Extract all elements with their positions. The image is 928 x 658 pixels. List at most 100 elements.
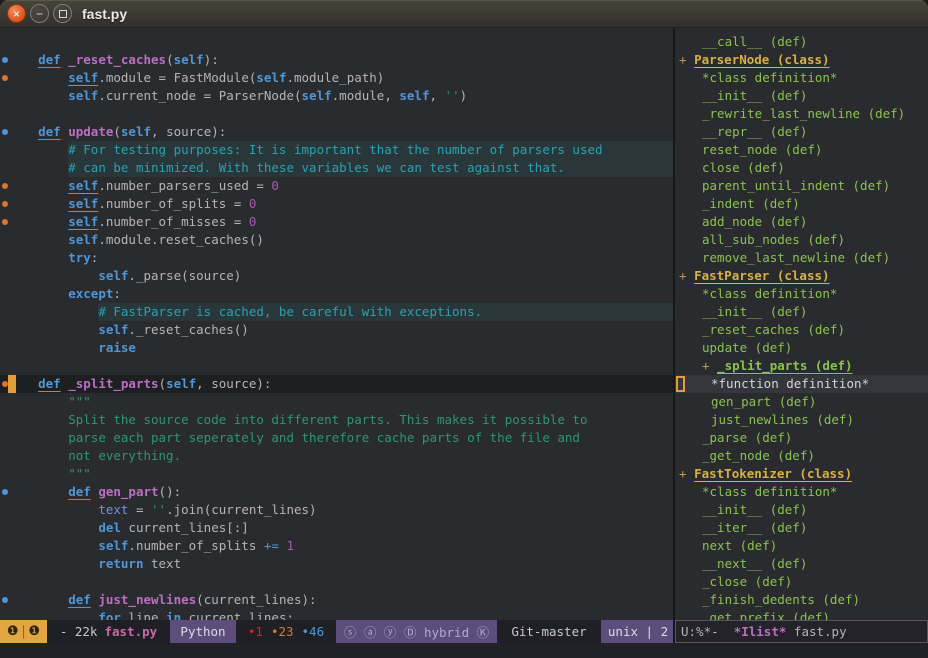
- outline-item[interactable]: _get_node (def): [675, 447, 928, 465]
- outline-item-label: _reset_caches (def): [702, 322, 845, 337]
- code-line[interactable]: except:: [0, 285, 673, 303]
- expand-plus-icon[interactable]: +: [702, 358, 717, 373]
- window-number: ❶: [7, 624, 19, 639]
- modeline-right[interactable]: U:%*- *Ilist* fast.py: [675, 620, 928, 643]
- outline-item[interactable]: gen_part (def): [675, 393, 928, 411]
- outline-item[interactable]: next (def): [675, 537, 928, 555]
- code-line[interactable]: for line in current_lines:: [0, 609, 673, 620]
- outline-item[interactable]: close (def): [675, 159, 928, 177]
- code-line[interactable]: """: [0, 465, 673, 483]
- code-token: update: [68, 124, 113, 139]
- flycheck-counts-segment[interactable]: •1 •23 •46: [236, 620, 336, 643]
- major-mode-segment[interactable]: Python: [170, 620, 236, 643]
- outline-item[interactable]: update (def): [675, 339, 928, 357]
- minimize-button[interactable]: −: [30, 4, 49, 23]
- code-line[interactable]: def update(self, source):: [0, 123, 673, 141]
- code-line[interactable]: [0, 357, 673, 375]
- outline-item[interactable]: _close (def): [675, 573, 928, 591]
- code-line[interactable]: self.current_node = ParserNode(self.modu…: [0, 87, 673, 105]
- outline-item[interactable]: parent_until_indent (def): [675, 177, 928, 195]
- outline-item[interactable]: __init__ (def): [675, 303, 928, 321]
- code-line[interactable]: self._parse(source): [0, 267, 673, 285]
- outline-item[interactable]: + FastTokenizer (class): [675, 465, 928, 483]
- window-number-segment[interactable]: ❶|❶: [0, 620, 47, 643]
- outline-item[interactable]: _get_prefix (def): [675, 609, 928, 620]
- outline-item[interactable]: _reset_caches (def): [675, 321, 928, 339]
- code-token: [8, 88, 68, 103]
- code-line[interactable]: # FastParser is cached, be careful with …: [0, 303, 673, 321]
- maximize-icon: [59, 10, 67, 18]
- main-content: def _reset_caches(self): self.module = F…: [0, 28, 928, 620]
- outline-item[interactable]: all_sub_nodes (def): [675, 231, 928, 249]
- outline-item[interactable]: *class definition*: [675, 69, 928, 87]
- code-token: self: [256, 70, 286, 85]
- code-line[interactable]: def _reset_caches(self):: [0, 51, 673, 69]
- close-button[interactable]: ×: [7, 4, 26, 23]
- code-line[interactable]: self.number_of_splits = 0: [0, 195, 673, 213]
- outline-item[interactable]: add_node (def): [675, 213, 928, 231]
- git-branch-segment[interactable]: Git-master: [497, 620, 601, 643]
- outline-item[interactable]: + _split_parts (def): [675, 357, 928, 375]
- outline-item[interactable]: __iter__ (def): [675, 519, 928, 537]
- code-token: """: [68, 394, 91, 409]
- outline-item[interactable]: just_newlines (def): [675, 411, 928, 429]
- code-line[interactable]: self.number_of_misses = 0: [0, 213, 673, 231]
- outline-item[interactable]: *function definition*: [675, 375, 928, 393]
- maximize-button[interactable]: [53, 4, 72, 23]
- code-line[interactable]: parse each part seperately and therefore…: [0, 429, 673, 447]
- code-line[interactable]: [0, 105, 673, 123]
- buffer-segment[interactable]: - 22kfast.py: [47, 620, 170, 643]
- code-line[interactable]: return text: [0, 555, 673, 573]
- imenu-outline-pane[interactable]: __call__ (def)+ ParserNode (class)*class…: [675, 28, 928, 620]
- outline-item[interactable]: + FastParser (class): [675, 267, 928, 285]
- code-token: [8, 214, 68, 229]
- outline-item[interactable]: __init__ (def): [675, 87, 928, 105]
- buffer-status-flags: U:%*-: [681, 624, 719, 639]
- code-line[interactable]: self.module = FastModule(self.module_pat…: [0, 69, 673, 87]
- code-line[interactable]: """: [0, 393, 673, 411]
- code-line[interactable]: [0, 573, 673, 591]
- minor-modes: ⓢ ⓐ ⓨ Ⓓ hybrid Ⓚ: [344, 622, 489, 641]
- outline-item[interactable]: _indent (def): [675, 195, 928, 213]
- code-line[interactable]: Split the source code into different par…: [0, 411, 673, 429]
- code-editor-pane[interactable]: def _reset_caches(self): self.module = F…: [0, 28, 673, 620]
- code-line[interactable]: self.number_parsers_used = 0: [0, 177, 673, 195]
- expand-plus-icon[interactable]: +: [679, 52, 694, 67]
- outline-item[interactable]: __call__ (def): [675, 33, 928, 51]
- outline-item[interactable]: _finish_dedents (def): [675, 591, 928, 609]
- outline-item[interactable]: _rewrite_last_newline (def): [675, 105, 928, 123]
- encoding-segment[interactable]: unix | 2: [601, 620, 673, 643]
- echo-area[interactable]: [0, 643, 928, 658]
- warning-dot-icon: [2, 183, 8, 189]
- outline-item[interactable]: *class definition*: [675, 483, 928, 501]
- outline-item[interactable]: __repr__ (def): [675, 123, 928, 141]
- outline-item[interactable]: __next__ (def): [675, 555, 928, 573]
- code-line[interactable]: text = ''.join(current_lines): [0, 501, 673, 519]
- code-line[interactable]: # can be minimized. With these variables…: [0, 159, 673, 177]
- code-line[interactable]: def gen_part():: [0, 483, 673, 501]
- code-line[interactable]: [0, 33, 673, 51]
- code-line[interactable]: not everything.: [0, 447, 673, 465]
- outline-item[interactable]: + ParserNode (class): [675, 51, 928, 69]
- code-token: +=: [264, 538, 279, 553]
- code-line[interactable]: try:: [0, 249, 673, 267]
- code-line[interactable]: self.number_of_splits += 1: [0, 537, 673, 555]
- outline-item[interactable]: *class definition*: [675, 285, 928, 303]
- expand-plus-icon[interactable]: +: [679, 466, 694, 481]
- outline-item[interactable]: _parse (def): [675, 429, 928, 447]
- code-line[interactable]: self._reset_caches(): [0, 321, 673, 339]
- code-line[interactable]: self.module.reset_caches(): [0, 231, 673, 249]
- minor-modes-segment[interactable]: ⓢ ⓐ ⓨ Ⓓ hybrid Ⓚ: [336, 620, 497, 643]
- outline-item-label: __init__ (def): [702, 88, 807, 103]
- outline-item[interactable]: __init__ (def): [675, 501, 928, 519]
- code-line[interactable]: def _split_parts(self, source):: [0, 375, 673, 393]
- outline-item[interactable]: reset_node (def): [675, 141, 928, 159]
- outline-item-label: all_sub_nodes (def): [702, 232, 845, 247]
- code-line[interactable]: # For testing purposes: It is important …: [0, 141, 673, 159]
- outline-item[interactable]: remove_last_newline (def): [675, 249, 928, 267]
- code-line[interactable]: def just_newlines(current_lines):: [0, 591, 673, 609]
- code-line[interactable]: raise: [0, 339, 673, 357]
- code-line[interactable]: del current_lines[:]: [0, 519, 673, 537]
- expand-plus-icon[interactable]: +: [679, 268, 694, 283]
- code-token: 0: [271, 178, 279, 193]
